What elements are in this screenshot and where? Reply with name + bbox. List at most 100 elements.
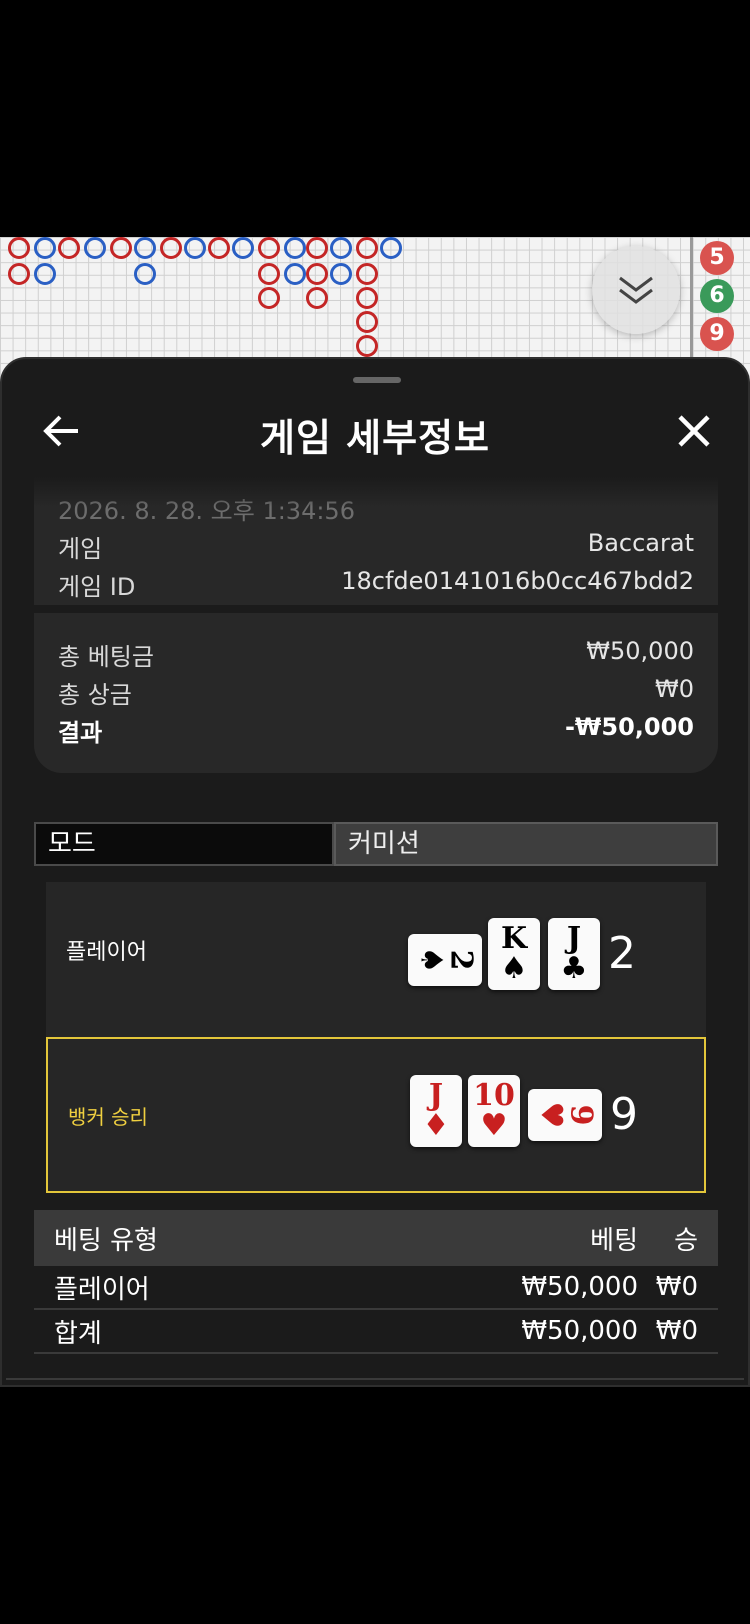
bet-table: 베팅 유형 베팅 승 플레이어 ₩50,000 ₩0 합계 ₩50,000 ₩0 bbox=[34, 1210, 718, 1354]
player-card-2: K ♠ bbox=[488, 918, 540, 990]
tab-mode[interactable]: 모드 bbox=[34, 822, 334, 866]
card-rank: 9 bbox=[563, 1104, 598, 1126]
close-button[interactable] bbox=[672, 409, 716, 453]
roadmap-bead bbox=[84, 237, 106, 259]
total-bet-value: ₩50,000 bbox=[586, 637, 694, 665]
roadmap-bead bbox=[134, 237, 156, 259]
tab-commission[interactable]: 커미션 bbox=[334, 822, 718, 866]
divider bbox=[6, 1378, 744, 1380]
side-number-3: 9 bbox=[700, 317, 734, 351]
header-bet: 베팅 bbox=[590, 1225, 638, 1256]
roadmap-bead bbox=[306, 287, 328, 309]
game-id-row: 게임 ID 18cfde0141016b0cc467bdd2 bbox=[58, 567, 694, 602]
roadmap-bead bbox=[306, 237, 328, 259]
roadmap-bead bbox=[34, 237, 56, 259]
roadmap-bead bbox=[58, 237, 80, 259]
screen: 5 6 9 게임 세부정보 2026. 8. 28. 오후 1:34:56 게임… bbox=[0, 0, 750, 1624]
row-bet: ₩50,000 bbox=[521, 1272, 638, 1302]
side-number-2: 6 bbox=[700, 279, 734, 313]
sheet-header: 게임 세부정보 bbox=[2, 387, 748, 477]
chevron-double-down-icon bbox=[619, 276, 653, 304]
roadmap-bead bbox=[8, 237, 30, 259]
game-info-card: 2026. 8. 28. 오후 1:34:56 게임 Baccarat 게임 I… bbox=[34, 477, 718, 605]
mode-tabs: 모드 커미션 bbox=[34, 822, 718, 866]
total-win-label: 총 상금 bbox=[58, 681, 132, 709]
total-win-row: 총 상금 ₩0 bbox=[58, 675, 694, 710]
roadmap-bead bbox=[160, 237, 182, 259]
game-label: 게임 bbox=[58, 535, 103, 563]
card-suit-icon: ♥ bbox=[533, 1101, 568, 1129]
roadmap-bead bbox=[258, 237, 280, 259]
card-suit-icon: ♠ bbox=[413, 946, 448, 974]
card-suit-icon: ♥ bbox=[480, 1108, 508, 1143]
result-value: -₩50,000 bbox=[564, 713, 694, 741]
game-value: Baccarat bbox=[587, 529, 694, 557]
roadmap-bead bbox=[356, 287, 378, 309]
game-id-label: 게임 ID bbox=[58, 573, 136, 601]
side-number-1: 5 bbox=[700, 241, 734, 275]
roadmap-bead bbox=[356, 237, 378, 259]
card-rank: K bbox=[500, 921, 528, 956]
roadmap-bead bbox=[330, 263, 352, 285]
totals-card: 총 베팅금 ₩50,000 총 상금 ₩0 결과 -₩50,000 bbox=[34, 613, 718, 773]
bet-table-header: 베팅 유형 베팅 승 bbox=[34, 1210, 718, 1266]
card-rank: J bbox=[428, 1078, 444, 1113]
roadmap-bead bbox=[134, 263, 156, 285]
table-row-total: 합계 ₩50,000 ₩0 bbox=[34, 1310, 718, 1354]
card-rank: J bbox=[566, 921, 582, 956]
scroll-fade bbox=[34, 477, 718, 507]
total-label: 합계 bbox=[54, 1318, 102, 1349]
row-win: ₩0 bbox=[655, 1272, 698, 1302]
roadmap-bead bbox=[356, 263, 378, 285]
banker-score: 9 bbox=[610, 1089, 638, 1140]
player-card-3: J ♣ bbox=[548, 918, 600, 990]
table-row: 플레이어 ₩50,000 ₩0 bbox=[34, 1266, 718, 1310]
banker-card-2: 10 ♥ bbox=[468, 1075, 520, 1147]
banker-hand: 뱅커 승리 J ♦ 10 ♥ 9 ♥ 9 bbox=[46, 1037, 706, 1193]
card-rank: 2 bbox=[443, 949, 478, 971]
player-score: 2 bbox=[608, 928, 636, 979]
banker-card-1: J ♦ bbox=[410, 1075, 462, 1147]
collapse-button[interactable] bbox=[592, 246, 680, 334]
close-icon bbox=[678, 415, 710, 447]
roadmap-bead bbox=[284, 263, 306, 285]
game-details-sheet: 게임 세부정보 2026. 8. 28. 오후 1:34:56 게임 Bacca… bbox=[0, 357, 750, 1387]
roadmap-bead bbox=[208, 237, 230, 259]
page-title: 게임 세부정보 bbox=[260, 416, 490, 460]
game-id-value: 18cfde0141016b0cc467bdd2 bbox=[341, 567, 694, 595]
card-rank: 10 bbox=[473, 1078, 515, 1113]
banker-hand-label: 뱅커 승리 bbox=[68, 1105, 148, 1129]
roadmap-bead bbox=[356, 335, 378, 357]
card-suit-icon: ♠ bbox=[500, 951, 528, 986]
roadmap-bead bbox=[184, 237, 206, 259]
total-win: ₩0 bbox=[655, 1316, 698, 1346]
roadmap-bead bbox=[380, 237, 402, 259]
total-win-value: ₩0 bbox=[655, 675, 694, 703]
header-bet-type: 베팅 유형 bbox=[54, 1225, 158, 1256]
roadmap-bead bbox=[330, 237, 352, 259]
total-bet-row: 총 베팅금 ₩50,000 bbox=[58, 637, 694, 672]
header-win: 승 bbox=[674, 1225, 698, 1256]
drag-handle[interactable] bbox=[353, 377, 401, 383]
result-row: 결과 -₩50,000 bbox=[58, 713, 694, 748]
roadmap-bead bbox=[110, 237, 132, 259]
game-row: 게임 Baccarat bbox=[58, 529, 694, 564]
roadmap-bead bbox=[34, 263, 56, 285]
player-hand: 플레이어 2 ♠ K ♠ J ♣ 2 bbox=[46, 882, 706, 1038]
roadmap-bead bbox=[356, 311, 378, 333]
total-bet-label: 총 베팅금 bbox=[58, 643, 154, 671]
roadmap-bead bbox=[232, 237, 254, 259]
roadmap-bead bbox=[258, 263, 280, 285]
result-label: 결과 bbox=[58, 719, 103, 747]
player-card-1: 2 ♠ bbox=[408, 934, 482, 986]
player-hand-label: 플레이어 bbox=[66, 940, 147, 965]
card-suit-icon: ♣ bbox=[560, 951, 588, 986]
roadmap-bead bbox=[8, 263, 30, 285]
roadmap-bead bbox=[306, 263, 328, 285]
total-bet: ₩50,000 bbox=[521, 1316, 638, 1346]
banker-card-3: 9 ♥ bbox=[528, 1089, 602, 1141]
roadmap-bead bbox=[258, 287, 280, 309]
row-bet-type: 플레이어 bbox=[54, 1274, 150, 1305]
card-suit-icon: ♦ bbox=[422, 1108, 450, 1143]
roadmap-bead bbox=[284, 237, 306, 259]
